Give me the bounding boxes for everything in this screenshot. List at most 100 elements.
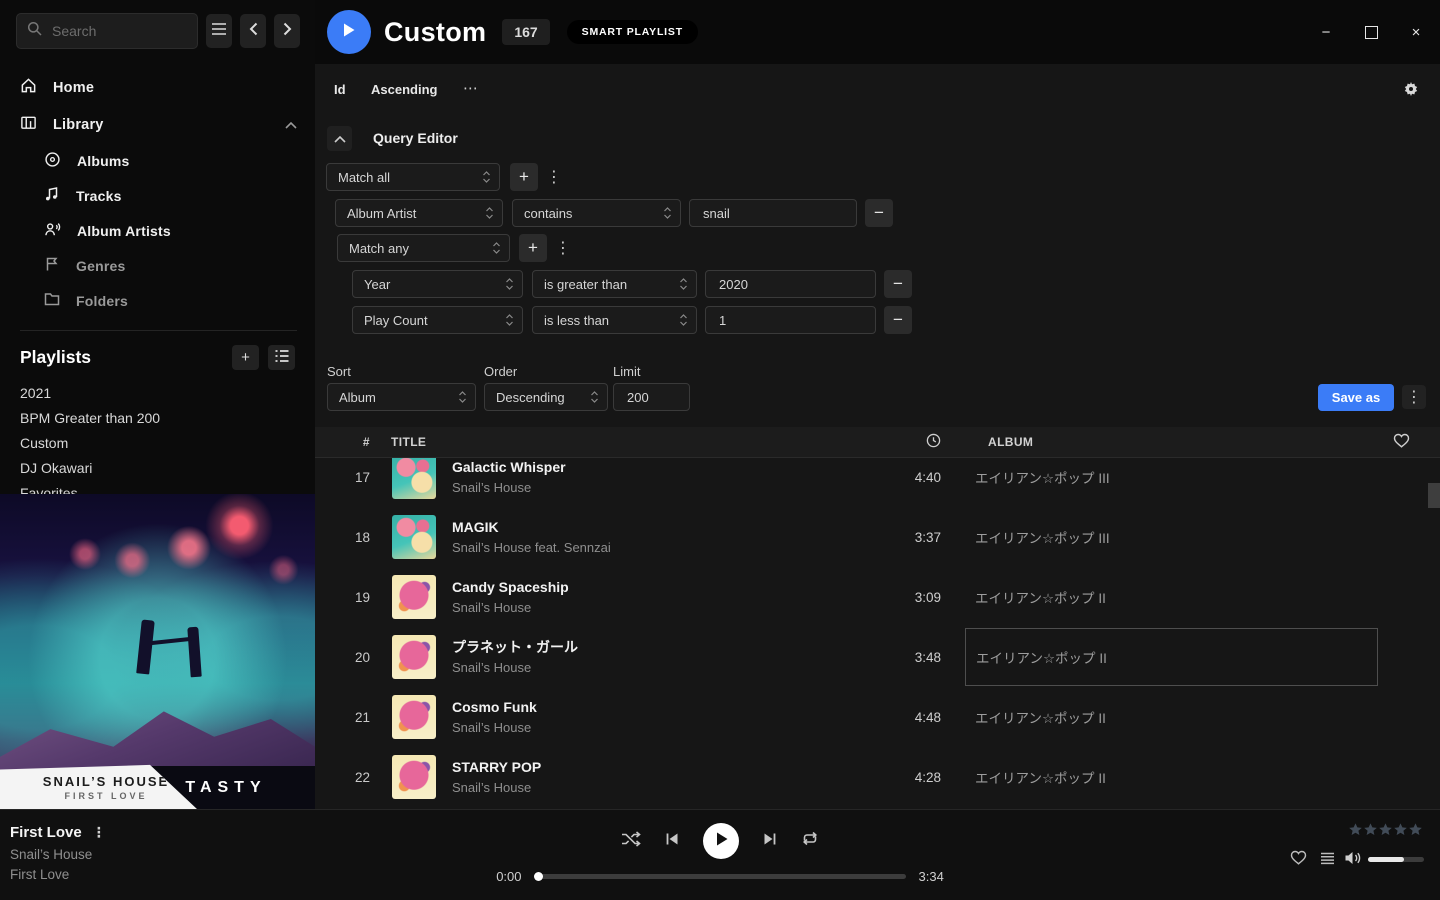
select-chevrons-icon <box>505 312 514 328</box>
sidebar-item-tracks[interactable]: Tracks <box>44 178 297 213</box>
query-editor-title: Query Editor <box>373 130 458 146</box>
order-select[interactable]: Descending <box>484 383 608 411</box>
match-type-select-2[interactable]: Match any <box>337 234 510 262</box>
rule3-value-field[interactable] <box>705 306 876 334</box>
limit-field[interactable] <box>613 383 690 411</box>
play-pause-button[interactable] <box>703 823 739 859</box>
list-icon <box>274 349 290 367</box>
sort-select[interactable]: Album <box>327 383 476 411</box>
favorite-button[interactable] <box>1290 850 1307 870</box>
match-type-select-1[interactable]: Match all <box>326 163 500 191</box>
vertical-dots-icon: ⋮ <box>1406 387 1422 407</box>
rule2-operator-select[interactable]: is greater than <box>532 270 697 298</box>
rule1-field-select[interactable]: Album Artist <box>335 199 503 227</box>
play-playlist-button[interactable] <box>327 10 371 54</box>
nav-forward-button[interactable] <box>274 14 300 48</box>
playlist-item[interactable]: 2021 <box>20 380 295 405</box>
star-icon[interactable] <box>1393 822 1408 837</box>
rule3-value-input[interactable] <box>717 312 864 329</box>
sort-order-button[interactable]: Ascending <box>371 82 437 97</box>
add-playlist-button[interactable]: + <box>232 345 259 370</box>
minimize-button[interactable]: − <box>1318 24 1334 40</box>
select-value: is less than <box>544 313 609 328</box>
track-duration: 4:40 <box>875 470 941 485</box>
gear-icon <box>1403 84 1419 101</box>
table-row[interactable]: 22 STARRY POP Snail’s House 4:28 エイリアン☆ポ… <box>315 747 1440 807</box>
star-icon[interactable] <box>1378 822 1393 837</box>
sidebar-item-library[interactable]: Library <box>20 106 297 143</box>
nav-back-button[interactable] <box>240 14 266 48</box>
sidebar-item-folders[interactable]: Folders <box>44 283 297 318</box>
table-scrollbar-thumb[interactable] <box>1428 483 1440 508</box>
library-icon <box>20 114 37 135</box>
repeat-button[interactable] <box>801 831 819 851</box>
rule1-value-input[interactable] <box>701 205 845 222</box>
table-row[interactable]: 17 Galactic Whisper Snail’s House 4:40 エ… <box>315 458 1440 507</box>
next-button[interactable] <box>763 832 777 851</box>
remove-rule2-button[interactable]: − <box>884 270 912 298</box>
sort-field-button[interactable]: Id <box>334 82 346 97</box>
settings-gear-button[interactable] <box>1403 81 1419 102</box>
save-options-button[interactable]: ⋮ <box>1402 385 1426 409</box>
close-button[interactable]: × <box>1408 24 1424 40</box>
star-icon[interactable] <box>1348 822 1363 837</box>
add-rule-button-2[interactable]: + <box>519 234 547 262</box>
rule2-value-input[interactable] <box>717 276 864 293</box>
volume-slider[interactable] <box>1368 857 1424 862</box>
rule2-value-field[interactable] <box>705 270 876 298</box>
group-options-button-1[interactable]: ⋮ <box>545 163 563 191</box>
previous-button[interactable] <box>665 832 679 851</box>
sidebar-item-albums[interactable]: Albums <box>44 143 297 178</box>
track-duration: 3:48 <box>875 650 941 665</box>
rating-stars[interactable] <box>1348 822 1423 837</box>
column-header-number[interactable]: # <box>315 435 370 449</box>
sidebar-item-genres[interactable]: Genres <box>44 248 297 283</box>
track-number: 21 <box>315 710 370 725</box>
column-header-title[interactable]: TITLE <box>391 435 426 449</box>
limit-input[interactable] <box>625 389 678 406</box>
search-input[interactable] <box>50 22 164 40</box>
rule1-operator-select[interactable]: contains <box>512 199 681 227</box>
column-header-favorite[interactable] <box>1393 433 1440 451</box>
star-icon[interactable] <box>1408 822 1423 837</box>
save-as-button[interactable]: Save as <box>1318 384 1394 411</box>
sidebar-item-home[interactable]: Home <box>20 69 297 106</box>
more-options-button[interactable]: ⋯ <box>463 79 479 97</box>
search-box[interactable] <box>16 13 198 49</box>
sidebar-item-album-artists[interactable]: Album Artists <box>44 213 297 248</box>
star-icon[interactable] <box>1363 822 1378 837</box>
collapse-chevron-icon[interactable] <box>285 117 297 133</box>
table-row[interactable]: 19 Candy Spaceship Snail’s House 3:09 エイ… <box>315 567 1440 627</box>
group-options-button-2[interactable]: ⋮ <box>554 234 572 262</box>
playlist-list-button[interactable] <box>268 345 295 370</box>
playlist-item[interactable]: BPM Greater than 200 <box>20 405 295 430</box>
focused-album-cell[interactable]: エイリアン☆ポップ II <box>965 628 1378 686</box>
track-duration: 3:37 <box>875 530 941 545</box>
maximize-button[interactable] <box>1363 24 1379 40</box>
seek-bar[interactable] <box>535 874 906 879</box>
queue-button[interactable] <box>1320 852 1335 870</box>
rule3-field-select[interactable]: Play Count <box>352 306 523 334</box>
table-row[interactable]: 18 MAGIK Snail’s House feat. Sennzai 3:3… <box>315 507 1440 567</box>
playlist-item[interactable]: Custom <box>20 430 295 455</box>
menu-button[interactable] <box>206 14 232 48</box>
table-row[interactable]: 21 Cosmo Funk Snail’s House 4:48 エイリアン☆ポ… <box>315 687 1440 747</box>
track-artist: Snail’s House <box>452 658 875 677</box>
add-rule-button-1[interactable]: + <box>510 163 538 191</box>
column-header-duration[interactable] <box>926 433 941 451</box>
seek-handle[interactable] <box>534 872 543 881</box>
mute-button[interactable] <box>1344 851 1362 870</box>
playlist-item[interactable]: DJ Okawari <box>20 455 295 480</box>
remove-rule3-button[interactable]: − <box>884 306 912 334</box>
remove-rule1-button[interactable]: − <box>865 199 893 227</box>
rule2-field-select[interactable]: Year <box>352 270 523 298</box>
shuffle-button[interactable] <box>621 831 641 852</box>
query-editor-collapse-button[interactable] <box>327 126 352 151</box>
column-header-album[interactable]: ALBUM <box>941 435 1393 449</box>
flag-icon <box>44 256 60 275</box>
rule1-value-field[interactable] <box>689 199 857 227</box>
maximize-icon <box>1365 26 1378 39</box>
rule3-operator-select[interactable]: is less than <box>532 306 697 334</box>
table-row[interactable]: 20 プラネット・ガール Snail’s House 3:48 エイリアン☆ポッ… <box>315 627 1440 687</box>
speaker-icon <box>1344 852 1362 869</box>
